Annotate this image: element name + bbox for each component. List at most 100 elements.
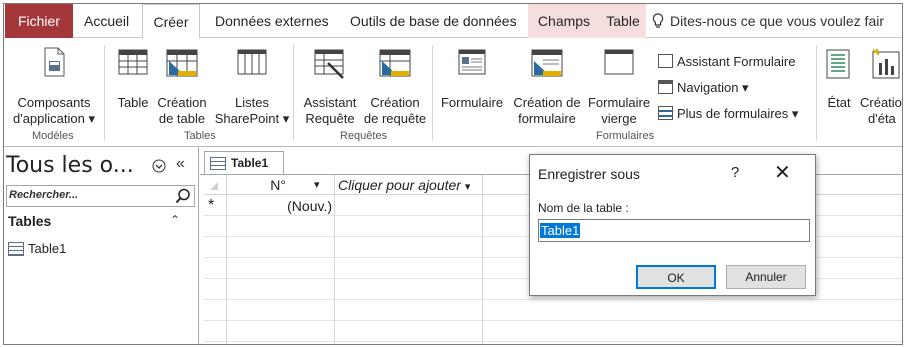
creation-de-formulaire-button[interactable]: Création de formulaire <box>510 47 584 126</box>
tab-outils-base-de-donnees[interactable]: Outils de base de données <box>350 4 517 38</box>
tab-accueil[interactable]: Accueil <box>84 4 129 38</box>
access-window: Fichier Accueil Créer Données externes O… <box>3 3 903 345</box>
assistant-requete-label-1: Assistant <box>303 95 357 110</box>
sharepoint-list-icon <box>237 49 267 75</box>
group-separator <box>432 45 433 141</box>
listes-sharepoint-button[interactable]: Listes SharePoint ▾ <box>214 47 290 126</box>
application-parts-icon <box>44 47 65 77</box>
group-separator <box>104 45 105 141</box>
composants-application-button[interactable]: Composants d'application ▾ <box>8 47 100 126</box>
form-design-icon <box>531 49 563 77</box>
lightbulb-icon <box>652 13 664 28</box>
tab-champs[interactable]: Champs <box>528 4 600 38</box>
formulaire-vierge-label-2: vierge <box>601 111 637 126</box>
table-name-value: Table1 <box>540 223 581 238</box>
creation-table-label-2: de table <box>158 111 206 126</box>
column-divider <box>334 175 335 344</box>
etat-button[interactable]: État <box>822 47 856 125</box>
composants-label-2: d'application ▾ <box>12 111 95 126</box>
group-label-requetes: Requêtes <box>340 130 388 142</box>
creation-requete-label-2: de requête <box>363 111 427 126</box>
group-label-tables: Tables <box>184 130 216 142</box>
collapse-pane-icon[interactable]: « <box>176 155 185 173</box>
form-wizard-icon <box>658 54 673 68</box>
group-separator <box>816 45 817 141</box>
formulaire-vierge-button[interactable]: Formulaire vierge <box>586 47 652 126</box>
plus-formulaires-label: Plus de formulaires <box>677 106 789 121</box>
formulaire-vierge-label-1: Formulaire <box>587 95 651 110</box>
nav-menu-chevron-icon[interactable] <box>152 159 166 173</box>
nav-group-tables[interactable]: Tables <box>8 213 51 229</box>
column-sort-icon[interactable]: ▾ <box>314 175 320 196</box>
new-record-marker: * <box>208 197 215 214</box>
tab-creer[interactable]: Créer <box>142 4 200 39</box>
form-icon <box>458 49 486 75</box>
creation-de-table-button[interactable]: Création de table <box>154 47 210 126</box>
ribbon: Composants d'application ▾ Modèles Table… <box>4 39 902 147</box>
tab-table[interactable]: Table <box>600 4 646 38</box>
composants-label-1: Composants <box>17 95 91 110</box>
close-icon[interactable]: ✕ <box>774 160 791 185</box>
help-icon[interactable]: ? <box>731 164 739 181</box>
more-forms-icon <box>658 106 673 120</box>
formulaire-button[interactable]: Formulaire <box>438 47 506 125</box>
tab-fichier[interactable]: Fichier <box>5 4 73 38</box>
table-design-icon <box>166 49 198 77</box>
document-tab-label: Table1 <box>231 156 269 170</box>
plus-de-formulaires-button[interactable]: Plus de formulaires ▾ <box>658 105 798 123</box>
table-icon <box>210 157 226 170</box>
nav-search-input[interactable]: Rechercher... <box>6 185 195 207</box>
report-design-icon <box>872 49 900 79</box>
query-design-icon <box>379 49 411 77</box>
formulaire-label: Formulaire <box>440 95 504 110</box>
navigation-pane: Tous les o... « Rechercher... Tables ⌃ T… <box>4 147 199 344</box>
new-record-id-cell[interactable]: (Nouv.) <box>226 196 334 217</box>
cancel-button[interactable]: Annuler <box>726 265 806 289</box>
assistant-formulaire-button[interactable]: Assistant Formulaire <box>658 53 795 71</box>
document-tab-table1[interactable]: Table1 <box>204 151 284 175</box>
nav-search-placeholder: Rechercher... <box>9 189 79 201</box>
creation-requete-label-1: Création <box>370 95 420 110</box>
creation-formulaire-label-2: formulaire <box>518 111 576 126</box>
assistant-formulaire-label: Assistant Formulaire <box>677 54 796 69</box>
collapse-group-icon[interactable]: ⌃ <box>170 213 180 227</box>
table-label: Table <box>117 95 149 110</box>
group-label-modeles: Modèles <box>32 130 74 142</box>
listes-label-1: Listes <box>235 95 269 110</box>
ribbon-tab-bar: Fichier Accueil Créer Données externes O… <box>4 4 902 39</box>
column-header-add[interactable]: Cliquer pour ajouter ▾ <box>338 175 470 196</box>
table-button[interactable]: Table <box>114 47 152 125</box>
creation-etat-label-2: d'éta <box>868 111 896 125</box>
search-icon[interactable] <box>175 188 191 204</box>
creation-table-label-1: Création <box>157 95 207 110</box>
assistant-requete-label-2: Requête <box>305 111 355 126</box>
ok-button[interactable]: OK <box>636 265 716 289</box>
assistant-requete-button[interactable]: Assistant Requête <box>300 47 360 126</box>
listes-label-2: SharePoint ▾ <box>214 111 290 126</box>
table-icon <box>8 242 24 256</box>
navigation-button[interactable]: Navigation ▾ <box>658 79 749 97</box>
nav-pane-title[interactable]: Tous les o... <box>6 153 134 178</box>
nav-item-table1[interactable]: Table1 <box>28 241 66 256</box>
column-divider <box>482 175 483 344</box>
save-as-dialog: Enregistrer sous ? ✕ Nom de la table : T… <box>529 154 816 296</box>
creation-formulaire-label-1: Création de <box>513 95 581 110</box>
creation-etat-button[interactable]: Créatio d'éta <box>860 47 902 125</box>
tell-me-search[interactable]: Dites-nous ce que vous voulez fair <box>652 4 884 38</box>
tell-me-text: Dites-nous ce que vous voulez fair <box>670 13 884 29</box>
dialog-title: Enregistrer sous <box>538 166 640 182</box>
table-name-input[interactable]: Table1 <box>538 219 810 242</box>
blank-form-icon <box>604 49 634 75</box>
creation-de-requete-button[interactable]: Création de requête <box>362 47 428 126</box>
select-all-corner-icon[interactable] <box>209 181 219 191</box>
group-separator <box>293 45 294 141</box>
table-name-label: Nom de la table : <box>538 201 629 215</box>
tab-donnees-externes[interactable]: Données externes <box>215 4 329 38</box>
etat-label: État <box>827 95 851 110</box>
report-icon <box>826 49 850 79</box>
navigation-label: Navigation <box>677 80 739 95</box>
table-icon <box>118 49 148 75</box>
query-wizard-icon <box>314 49 344 79</box>
creation-etat-label-1: Créatio <box>860 95 902 110</box>
navigation-form-icon <box>658 80 673 94</box>
